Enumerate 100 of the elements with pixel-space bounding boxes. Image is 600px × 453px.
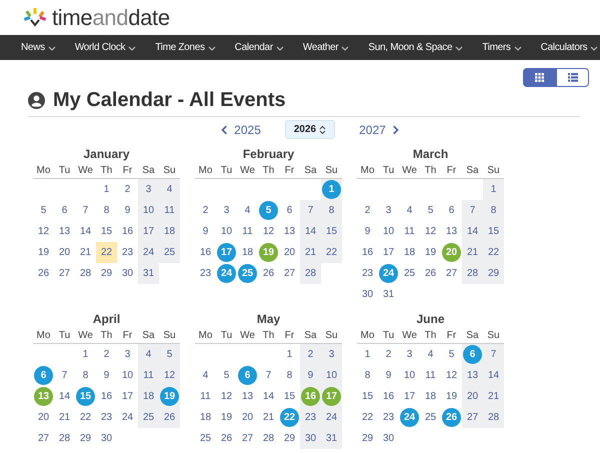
day-cell[interactable]: 19 xyxy=(33,242,54,263)
day-cell[interactable]: 23 xyxy=(117,242,138,263)
day-cell[interactable]: 28 xyxy=(300,263,321,284)
day-cell[interactable]: 11 xyxy=(138,365,159,386)
event-day-marker[interactable]: 15 xyxy=(76,387,95,406)
day-cell[interactable]: 12 xyxy=(159,365,180,386)
day-cell[interactable]: 24 xyxy=(138,242,159,263)
day-cell[interactable]: 16 xyxy=(357,242,378,263)
day-cell[interactable]: 27 xyxy=(237,428,258,449)
day-cell[interactable]: 7 xyxy=(258,365,279,386)
day-cell[interactable]: 27 xyxy=(279,263,300,284)
event-day-marker[interactable]: 22 xyxy=(280,408,299,427)
previous-year-link[interactable]: 2025 xyxy=(220,122,261,136)
event-day-marker[interactable]: 17 xyxy=(217,243,236,262)
day-cell[interactable]: 11 xyxy=(159,200,180,221)
day-cell[interactable]: 23 xyxy=(357,263,378,284)
event-day-marker[interactable]: 24 xyxy=(217,264,236,283)
event-day-marker[interactable]: 19 xyxy=(160,387,179,406)
day-cell[interactable]: 11 xyxy=(420,365,441,386)
day-cell[interactable]: 25 xyxy=(138,407,159,428)
day-cell[interactable]: 5 xyxy=(33,200,54,221)
day-cell[interactable]: 10 xyxy=(216,221,237,242)
day-cell[interactable]: 23 xyxy=(378,407,399,428)
day-cell[interactable]: 2 xyxy=(300,344,321,365)
day-cell[interactable]: 13 xyxy=(54,221,75,242)
day-cell[interactable]: 4 xyxy=(420,344,441,365)
day-cell[interactable]: 21 xyxy=(462,242,483,263)
day-cell[interactable]: 15 xyxy=(357,386,378,407)
day-cell[interactable]: 13 xyxy=(441,221,462,242)
day-cell[interactable]: 17 xyxy=(117,386,138,407)
day-cell[interactable]: 25 xyxy=(420,407,441,428)
day-cell[interactable]: 21 xyxy=(258,407,279,428)
day-cell[interactable]: 27 xyxy=(441,263,462,284)
day-cell[interactable]: 26 xyxy=(216,428,237,449)
day-cell[interactable]: 26 xyxy=(420,263,441,284)
day-cell[interactable]: 12 xyxy=(258,221,279,242)
day-cell[interactable]: 20 xyxy=(237,407,258,428)
day-cell[interactable]: 29 xyxy=(96,263,117,284)
day-cell[interactable]: 25 xyxy=(399,263,420,284)
day-cell[interactable]: 16 xyxy=(378,386,399,407)
day-cell[interactable]: 4 xyxy=(195,365,216,386)
day-cell[interactable]: 16 xyxy=(117,221,138,242)
day-cell[interactable]: 15 xyxy=(96,221,117,242)
day-cell[interactable]: 22 xyxy=(321,242,342,263)
day-cell[interactable]: 31 xyxy=(378,284,399,305)
day-cell[interactable]: 6 xyxy=(279,200,300,221)
day-cell[interactable]: 25 xyxy=(159,242,180,263)
day-cell[interactable]: 29 xyxy=(279,428,300,449)
day-cell[interactable]: 14 xyxy=(462,221,483,242)
logo-text[interactable]: timeanddate xyxy=(52,4,170,30)
day-cell[interactable]: 15 xyxy=(321,221,342,242)
day-cell[interactable]: 7 xyxy=(483,344,504,365)
day-cell[interactable]: 2 xyxy=(195,200,216,221)
day-cell[interactable]: 4 xyxy=(237,200,258,221)
day-cell[interactable]: 21 xyxy=(300,242,321,263)
day-cell[interactable]: 18 xyxy=(420,386,441,407)
day-cell[interactable]: 11 xyxy=(399,221,420,242)
day-cell[interactable]: 20 xyxy=(33,407,54,428)
event-day-marker[interactable]: 5 xyxy=(259,201,278,220)
day-cell[interactable]: 17 xyxy=(399,386,420,407)
day-cell[interactable]: 29 xyxy=(483,263,504,284)
day-cell[interactable]: 14 xyxy=(75,221,96,242)
day-cell[interactable]: 13 xyxy=(237,386,258,407)
day-cell[interactable]: 27 xyxy=(33,428,54,449)
day-cell[interactable]: 3 xyxy=(117,344,138,365)
day-cell[interactable]: 1 xyxy=(357,344,378,365)
day-cell[interactable]: 16 xyxy=(96,386,117,407)
day-cell[interactable]: 27 xyxy=(54,263,75,284)
day-cell[interactable]: 2 xyxy=(117,179,138,200)
day-cell[interactable]: 14 xyxy=(483,365,504,386)
day-cell[interactable]: 20 xyxy=(462,386,483,407)
day-cell[interactable]: 16 xyxy=(195,242,216,263)
day-cell[interactable]: 3 xyxy=(399,344,420,365)
day-cell[interactable]: 31 xyxy=(138,263,159,284)
day-cell[interactable]: 27 xyxy=(462,407,483,428)
event-day-marker[interactable]: 6 xyxy=(238,366,257,385)
day-cell[interactable]: 28 xyxy=(258,428,279,449)
day-cell[interactable]: 9 xyxy=(96,365,117,386)
day-cell[interactable]: 30 xyxy=(357,284,378,305)
day-cell[interactable]: 3 xyxy=(321,344,342,365)
day-cell[interactable]: 26 xyxy=(33,263,54,284)
day-cell[interactable]: 29 xyxy=(357,428,378,449)
day-cell[interactable]: 1 xyxy=(483,179,504,200)
day-cell[interactable]: 6 xyxy=(441,200,462,221)
day-cell[interactable]: 25 xyxy=(195,428,216,449)
day-cell[interactable]: 28 xyxy=(483,407,504,428)
day-cell[interactable]: 9 xyxy=(357,221,378,242)
day-cell[interactable]: 18 xyxy=(399,242,420,263)
next-year-link[interactable]: 2027 xyxy=(359,122,400,136)
day-cell[interactable]: 30 xyxy=(378,428,399,449)
day-cell[interactable]: 12 xyxy=(33,221,54,242)
day-cell[interactable]: 22 xyxy=(75,407,96,428)
day-cell[interactable]: 23 xyxy=(96,407,117,428)
day-cell[interactable]: 10 xyxy=(117,365,138,386)
day-cell[interactable]: 9 xyxy=(300,365,321,386)
day-cell[interactable]: 20 xyxy=(279,242,300,263)
day-cell[interactable]: 8 xyxy=(96,200,117,221)
day-cell[interactable]: 30 xyxy=(96,428,117,449)
day-cell[interactable]: 28 xyxy=(462,263,483,284)
day-cell[interactable]: 3 xyxy=(138,179,159,200)
